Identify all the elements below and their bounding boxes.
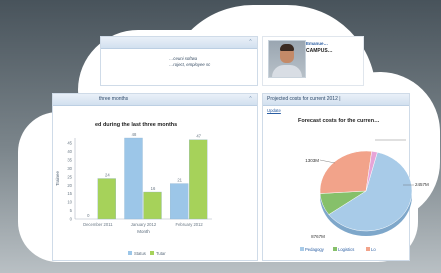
pie-data-label: 2457M (415, 182, 429, 187)
app-screen: ⌃ …ceuni softwa …roject, employee sc Ema… (0, 0, 441, 273)
pie-data-label: 1303M (305, 158, 319, 163)
pie-data-label: 8767M (311, 234, 325, 239)
legend-label: Pedagogy (305, 247, 325, 252)
cost-pie-chart: 8767M 1303M 2457M Pedagogy Logistics Lo (300, 139, 429, 252)
legend-label: Logistics (338, 247, 354, 252)
legend-label: Lo (371, 247, 376, 252)
legend-swatch (366, 247, 370, 251)
legend-swatch (333, 247, 337, 251)
pie-slice (319, 150, 372, 194)
legend-swatch (300, 247, 304, 251)
label-leader-line (319, 159, 336, 164)
